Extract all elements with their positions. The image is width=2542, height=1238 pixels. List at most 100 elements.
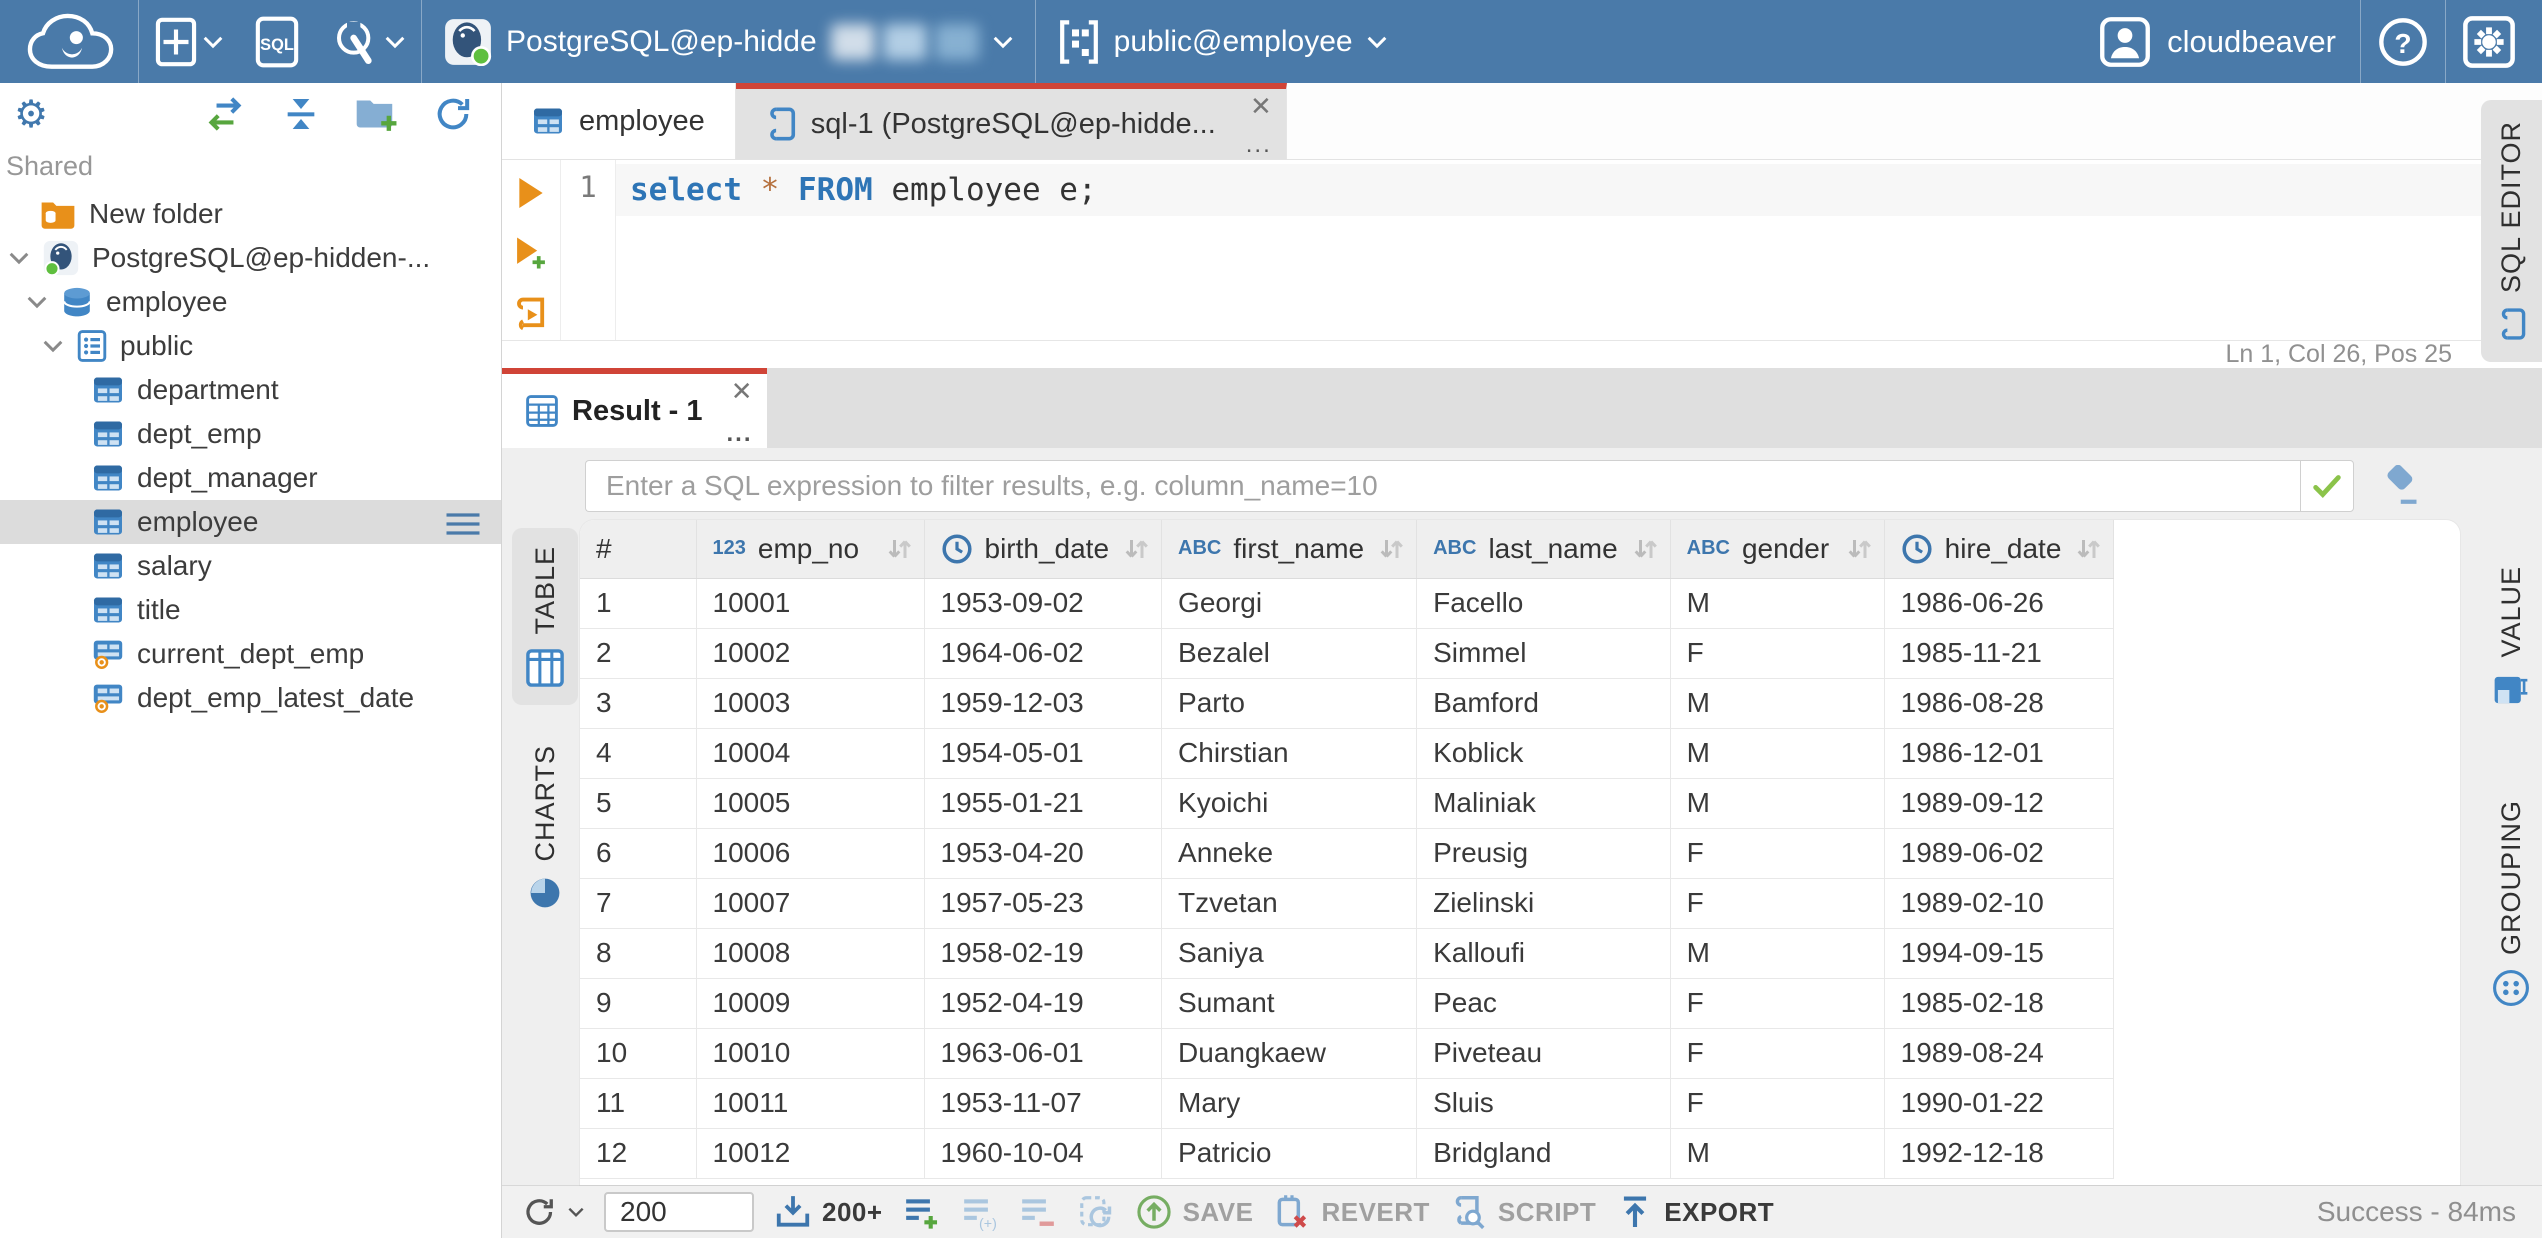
data-cell[interactable]: Kalloufi xyxy=(1416,928,1671,979)
sort-icon[interactable] xyxy=(884,534,914,564)
data-cell[interactable]: Chirstian xyxy=(1161,728,1418,779)
data-cell[interactable]: F xyxy=(1670,878,1885,929)
data-cell[interactable]: M xyxy=(1670,728,1885,779)
tree-item-dept-manager[interactable]: dept_manager xyxy=(0,456,501,500)
tree-item-postgresql-ep-hidden[interactable]: PostgreSQL@ep-hidden-... xyxy=(0,236,501,280)
sidebar-settings-icon[interactable]: ⚙ xyxy=(14,95,48,133)
tree-item-salary[interactable]: salary xyxy=(0,544,501,588)
data-cell[interactable]: 10009 xyxy=(696,978,925,1029)
data-cell[interactable]: 10005 xyxy=(696,778,925,829)
tree-item-new-folder[interactable]: New folder xyxy=(0,192,501,236)
sort-icon[interactable] xyxy=(1844,534,1874,564)
tree-item-department[interactable]: department xyxy=(0,368,501,412)
data-cell[interactable]: 1990-01-22 xyxy=(1884,1078,2115,1129)
data-cell[interactable]: 1989-06-02 xyxy=(1884,828,2115,879)
schema-selector[interactable]: public@employee xyxy=(1036,0,1409,83)
apply-filter-button[interactable] xyxy=(2300,460,2354,512)
data-cell[interactable]: 1963-06-01 xyxy=(924,1028,1163,1079)
execute-query-button[interactable] xyxy=(516,176,546,210)
data-cell[interactable]: Bamford xyxy=(1416,678,1671,729)
script-button[interactable]: SCRIPT xyxy=(1450,1193,1596,1231)
data-cell[interactable]: Facello xyxy=(1416,578,1671,629)
row-number-cell[interactable]: 11 xyxy=(580,1078,697,1129)
data-cell[interactable]: F xyxy=(1670,978,1885,1029)
refresh-tree-icon[interactable] xyxy=(433,94,473,134)
row-number-cell[interactable]: 7 xyxy=(580,878,697,929)
row-number-cell[interactable]: 2 xyxy=(580,628,697,679)
driver-manager-button[interactable] xyxy=(315,0,421,83)
tab-more-icon[interactable]: ... xyxy=(727,422,753,446)
data-cell[interactable]: 1985-02-18 xyxy=(1884,978,2115,1029)
data-cell[interactable]: Bezalel xyxy=(1161,628,1418,679)
code-area[interactable]: select * FROM employee e; xyxy=(616,160,2542,340)
new-sql-editor-button[interactable]: SQL xyxy=(239,0,315,83)
data-cell[interactable]: 10011 xyxy=(696,1078,925,1129)
connection-selector[interactable]: PostgreSQL@ep-hidde xyxy=(422,0,1035,83)
row-number-cell[interactable]: 1 xyxy=(580,578,697,629)
sort-icon[interactable] xyxy=(1376,534,1406,564)
data-cell[interactable]: 1953-04-20 xyxy=(924,828,1163,879)
data-cell[interactable]: 10006 xyxy=(696,828,925,879)
new-connection-button[interactable] xyxy=(139,0,239,83)
data-cell[interactable]: Zielinski xyxy=(1416,878,1671,929)
data-cell[interactable]: 1986-06-26 xyxy=(1884,578,2115,629)
data-cell[interactable]: 10012 xyxy=(696,1128,925,1179)
data-cell[interactable]: Duangkaew xyxy=(1161,1028,1418,1079)
data-cell[interactable]: 1959-12-03 xyxy=(924,678,1163,729)
expander-icon[interactable] xyxy=(8,251,30,265)
column-header-hire-date[interactable]: hire_date xyxy=(1884,520,2115,579)
close-tab-icon[interactable]: ✕ xyxy=(1250,93,1272,119)
row-number-cell[interactable]: 9 xyxy=(580,978,697,1029)
row-number-cell[interactable]: 10 xyxy=(580,1028,697,1079)
data-cell[interactable]: 10010 xyxy=(696,1028,925,1079)
data-cell[interactable]: M xyxy=(1670,578,1885,629)
data-cell[interactable]: 1994-09-15 xyxy=(1884,928,2115,979)
expander-icon[interactable] xyxy=(42,339,64,353)
column-header-gender[interactable]: ABC gender xyxy=(1670,520,1885,579)
sort-icon[interactable] xyxy=(2073,534,2103,564)
tree-item-employee[interactable]: employee xyxy=(0,500,501,544)
tab-grouping-panel[interactable]: GROUPING xyxy=(2482,782,2540,1025)
close-tab-icon[interactable]: ✕ xyxy=(731,378,753,404)
save-button[interactable]: SAVE xyxy=(1135,1193,1254,1231)
data-cell[interactable]: 1989-02-10 xyxy=(1884,878,2115,929)
data-cell[interactable]: 1953-11-07 xyxy=(924,1078,1163,1129)
tab-employee[interactable]: employee xyxy=(502,83,736,159)
clear-filter-button[interactable] xyxy=(2376,465,2422,507)
data-cell[interactable]: 1964-06-02 xyxy=(924,628,1163,679)
column-header-last-name[interactable]: ABC last_name xyxy=(1416,520,1671,579)
data-cell[interactable]: Preusig xyxy=(1416,828,1671,879)
data-cell[interactable]: Sumant xyxy=(1161,978,1418,1029)
data-cell[interactable]: 10008 xyxy=(696,928,925,979)
data-cell[interactable]: F xyxy=(1670,828,1885,879)
data-cell[interactable]: 1952-04-19 xyxy=(924,978,1163,1029)
data-cell[interactable]: Maliniak xyxy=(1416,778,1671,829)
data-cell[interactable]: 1958-02-19 xyxy=(924,928,1163,979)
export-button[interactable]: EXPORT xyxy=(1616,1193,1774,1231)
column-header-birth-date[interactable]: birth_date xyxy=(924,520,1163,579)
data-cell[interactable]: 1992-12-18 xyxy=(1884,1128,2115,1179)
data-cell[interactable]: 1954-05-01 xyxy=(924,728,1163,779)
data-cell[interactable]: M xyxy=(1670,778,1885,829)
tree-item-title[interactable]: title xyxy=(0,588,501,632)
refresh-result-button[interactable] xyxy=(522,1194,584,1230)
data-cell[interactable]: F xyxy=(1670,1028,1885,1079)
link-editor-sync-icon[interactable] xyxy=(203,95,247,133)
column-header-first-name[interactable]: ABC first_name xyxy=(1161,520,1418,579)
sort-icon[interactable] xyxy=(1121,534,1151,564)
row-number-cell[interactable]: 5 xyxy=(580,778,697,829)
tab-sql-editor-panel[interactable]: SQL EDITOR xyxy=(2481,100,2542,362)
tab-sql-editor[interactable]: sql-1 (PostgreSQL@ep-hidde... ✕ ... xyxy=(735,83,1287,159)
help-button[interactable]: ? xyxy=(2361,0,2445,83)
data-cell[interactable]: 10001 xyxy=(696,578,925,629)
data-cell[interactable]: 1986-12-01 xyxy=(1884,728,2115,779)
data-cell[interactable]: 10002 xyxy=(696,628,925,679)
delete-row-button[interactable] xyxy=(1019,1193,1057,1231)
filter-input[interactable] xyxy=(585,460,2300,512)
data-cell[interactable]: Koblick xyxy=(1416,728,1671,779)
new-folder-icon[interactable] xyxy=(355,95,399,133)
data-cell[interactable]: Kyoichi xyxy=(1161,778,1418,829)
execute-script-button[interactable] xyxy=(515,296,547,332)
item-menu-icon[interactable] xyxy=(445,511,481,543)
data-cell[interactable]: M xyxy=(1670,928,1885,979)
